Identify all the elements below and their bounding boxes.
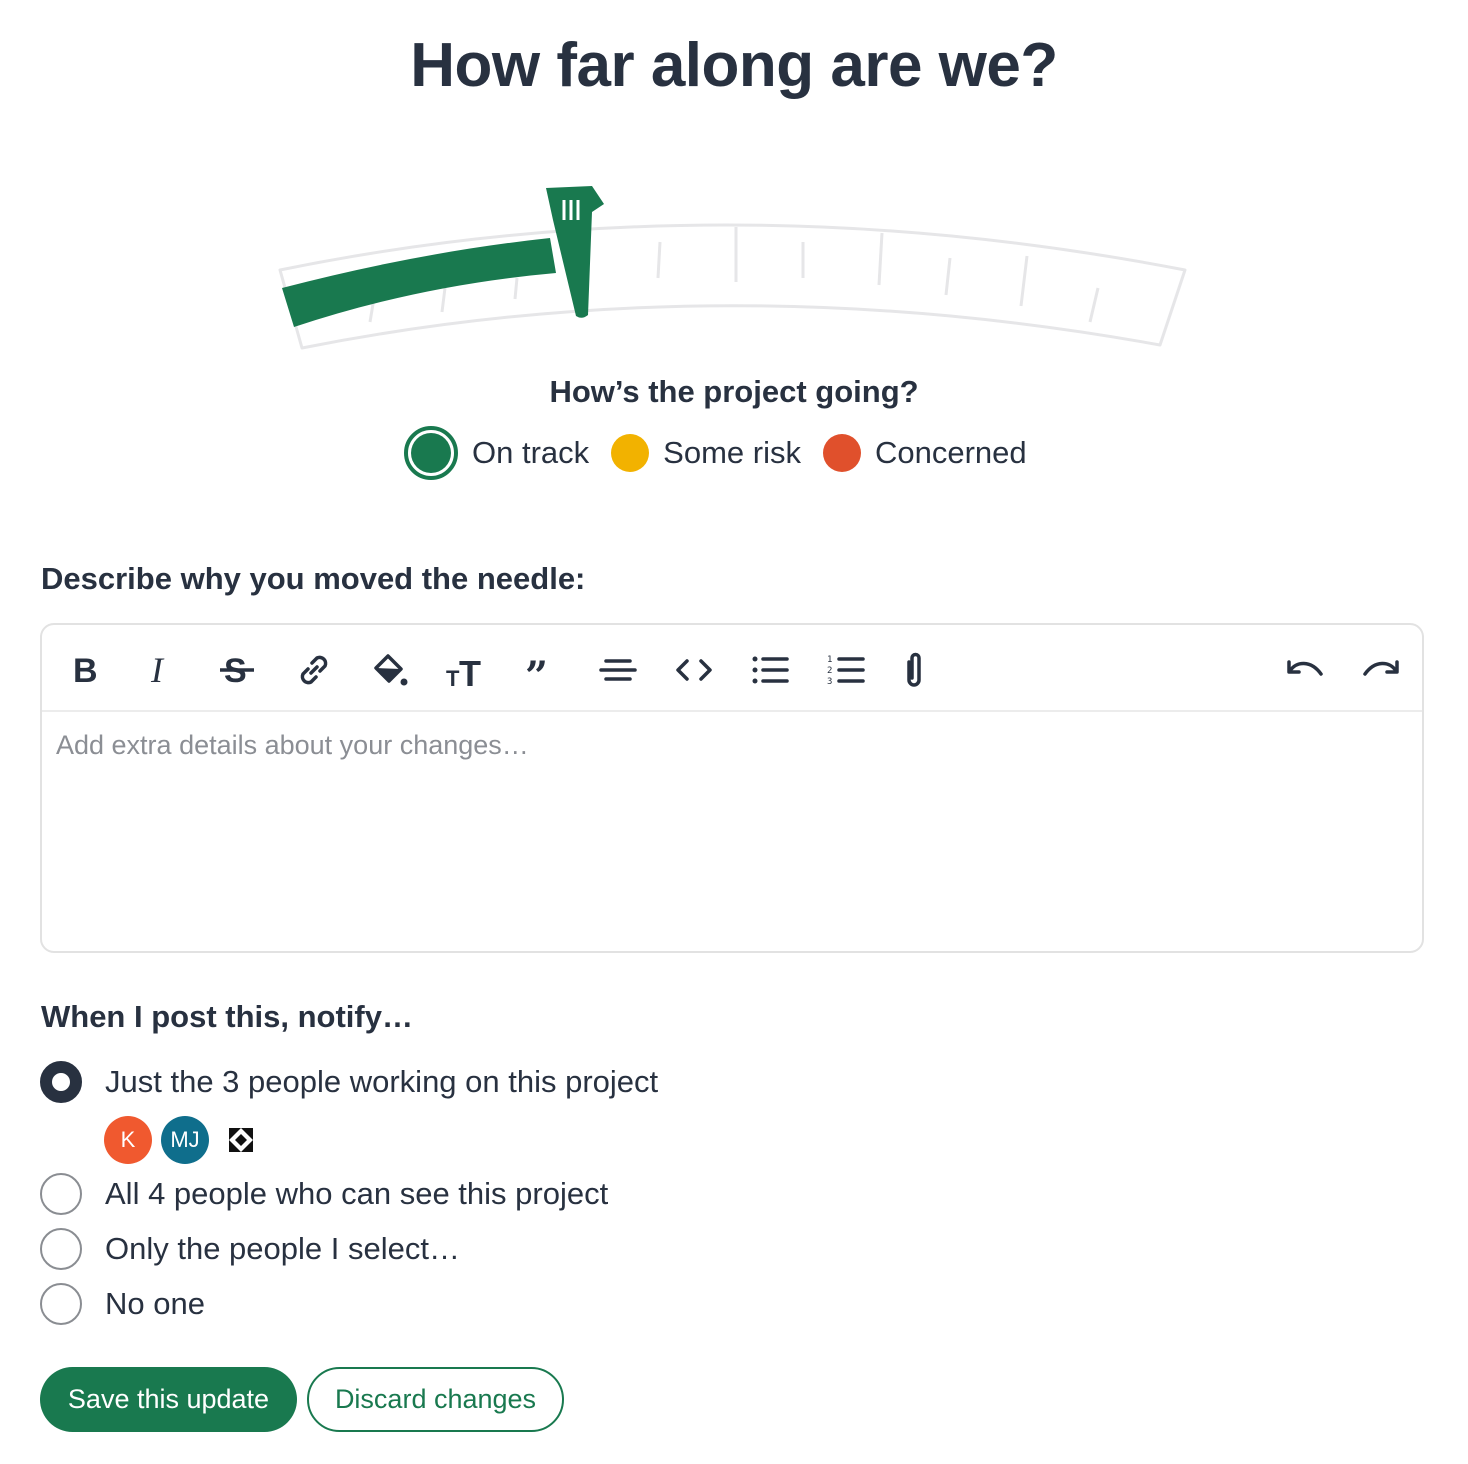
status-label-on-track: On track	[472, 435, 590, 470]
generic-avatar-icon	[229, 1128, 253, 1152]
project-people-avatars: K MJ	[104, 1116, 256, 1164]
avatar: K	[104, 1116, 152, 1164]
status-dot-on-track[interactable]	[404, 426, 458, 480]
attachment-icon[interactable]	[889, 645, 939, 695]
bullet-list-icon[interactable]	[745, 645, 795, 695]
status-dot-concerned[interactable]	[822, 434, 861, 472]
status-option-on-track[interactable]: On track	[404, 426, 611, 480]
strikethrough-icon[interactable]: S	[212, 645, 262, 695]
svg-text:T: T	[459, 653, 481, 692]
highlight-icon[interactable]	[365, 645, 415, 695]
radio-project-people[interactable]	[40, 1061, 82, 1103]
redo-icon[interactable]	[1356, 645, 1406, 695]
notify-option-select-people[interactable]: Only the people I select…	[40, 1228, 460, 1270]
svg-text:”: ”	[525, 653, 548, 692]
page-title: How far along are we?	[410, 31, 1058, 100]
svg-text:I: I	[150, 650, 165, 690]
description-input[interactable]	[42, 714, 1422, 951]
status-question: How’s the project going?	[549, 374, 919, 409]
svg-text:B: B	[73, 652, 98, 690]
code-icon[interactable]	[669, 645, 719, 695]
avatar: MJ	[161, 1116, 209, 1164]
save-update-button[interactable]: Save this update	[40, 1367, 297, 1432]
text-size-icon[interactable]: TT	[441, 645, 491, 695]
notify-option-all-people[interactable]: All 4 people who can see this project	[40, 1173, 608, 1215]
italic-icon[interactable]: I	[136, 645, 186, 695]
bold-icon[interactable]: B	[60, 645, 110, 695]
rich-text-editor: B I S TT ” 1 2 3 Add extra details about…	[40, 623, 1424, 953]
discard-changes-button[interactable]: Discard changes	[307, 1367, 564, 1432]
svg-text:1: 1	[827, 655, 832, 665]
notify-option-label: No one	[105, 1286, 205, 1321]
svg-text:T: T	[446, 666, 460, 691]
quote-icon[interactable]: ”	[517, 645, 567, 695]
svg-text:3: 3	[827, 677, 832, 687]
notify-option-no-one[interactable]: No one	[40, 1283, 205, 1325]
description-label: Describe why you moved the needle:	[41, 561, 586, 596]
editor-toolbar: B I S TT ” 1 2 3	[42, 625, 1422, 712]
status-dot-some-risk[interactable]	[611, 434, 650, 472]
notify-option-label: All 4 people who can see this project	[105, 1176, 609, 1211]
notify-option-label: Just the 3 people working on this projec…	[105, 1064, 659, 1099]
align-center-icon[interactable]	[593, 645, 643, 695]
notify-option-label: Only the people I select…	[105, 1231, 460, 1266]
numbered-list-icon[interactable]: 123	[821, 645, 871, 695]
svg-text:2: 2	[827, 666, 832, 676]
status-label-concerned: Concerned	[874, 435, 1027, 470]
radio-select-people[interactable]	[40, 1228, 82, 1270]
progress-gauge[interactable]	[270, 170, 1200, 370]
status-options: On track Some risk Concerned	[404, 425, 1049, 481]
status-option-some-risk[interactable]: Some risk	[611, 434, 823, 472]
notify-option-project-people[interactable]: Just the 3 people working on this projec…	[40, 1061, 658, 1103]
undo-icon[interactable]	[1280, 645, 1330, 695]
radio-no-one[interactable]	[40, 1283, 82, 1325]
notify-label: When I post this, notify…	[41, 999, 413, 1034]
status-label-some-risk: Some risk	[663, 435, 801, 470]
radio-all-people[interactable]	[40, 1173, 82, 1215]
status-option-concerned[interactable]: Concerned	[822, 434, 1049, 472]
link-icon[interactable]	[289, 645, 339, 695]
